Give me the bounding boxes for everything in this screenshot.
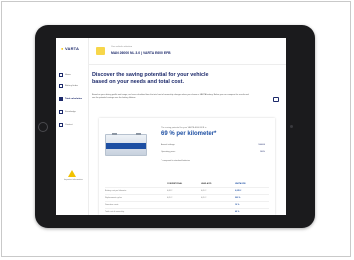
footnote-text: * compared to standard batteries [161,160,191,162]
table-cell: 0,025 € [235,190,242,192]
varta-logo[interactable]: ● VARTA [61,46,79,51]
table-header-cell: LEAD-ACID [201,183,212,185]
table-row: Battery cost per kilometer 0,08 € 0,05 €… [105,188,269,195]
tools-icon [59,109,63,114]
stat-row: Operating years 100% [161,151,265,155]
sidebar-item-label: Total calculation [65,97,83,100]
table-row: Total cost of ownership 69 % [105,209,269,215]
sidebar-item-total-calculation[interactable]: Total calculation [59,94,86,103]
table-cell: 0,05 € [167,197,173,199]
table-cell: Total cost of ownership [105,211,125,213]
table-cell: 10 % [235,204,240,206]
home-icon [59,72,63,77]
sidebar-item-battery-finder[interactable]: Battery finder [59,81,86,90]
table-header-row: CONVENTIONAL LEAD-ACID VARTA EFB [105,181,269,188]
battery-badge-icon [96,47,105,55]
logo-text: VARTA [64,46,80,51]
table-header-cell: CONVENTIONAL [167,183,183,185]
sidebar-item-label: Contact [65,123,73,126]
sidebar-item-label: Battery finder [65,84,79,87]
warning-icon [68,170,76,177]
intro-text: Based on your driving profile and usage,… [92,94,249,99]
stat-label: Operating years [161,151,176,153]
saving-potential-label: The saving potential for your VARTA E600… [161,127,207,129]
vehicle-title: MAN 26000 NL 3.0 | VARTA E600 EFB [111,51,171,55]
warning-label: Important information [64,179,83,181]
stat-value: 100000 [258,144,265,146]
print-icon[interactable] [273,97,279,102]
battery-product-image [105,133,147,156]
table-cell: 0,08 € [167,190,173,192]
main-content: Your vehicle selection MAN 26000 NL 3.0 … [89,38,286,215]
home-button-icon [38,122,48,132]
table-cell: Downtime costs [105,204,119,206]
sidebar-item-label: Knowledge [65,110,76,113]
battery-terminal-icon [112,133,117,135]
sidebar-warning[interactable]: Important information [64,170,83,181]
vehicle-subtitle: Your vehicle selection [111,46,133,48]
table-cell: Replacement cycles [105,197,122,199]
table-cell: 69 % [235,211,240,213]
page-headline: Discover the saving potential for your v… [92,72,209,85]
result-card: The saving potential for your VARTA E600… [99,118,275,215]
sidebar-item-label: Home [65,73,71,76]
sidebar-item-knowledge[interactable]: Knowledge [59,107,86,116]
contact-icon [59,122,63,127]
sidebar: ● VARTA Home Battery finder Total calcul… [56,38,89,215]
footnote-row: * compared to standard batteries [161,160,265,164]
stat-value: 100% [259,151,265,153]
table-cell: 0,05 € [201,197,207,199]
app-screen: ● VARTA Home Battery finder Total calcul… [56,38,286,215]
stat-label: Annual mileage [161,144,175,146]
table-cell: 0,05 € [201,190,207,192]
table-cell: 200 % [235,197,241,199]
calculator-icon [59,96,63,101]
logo-mark-icon: ● [61,46,64,51]
sidebar-item-home[interactable]: Home [59,70,86,79]
battery-icon [59,83,63,88]
table-row: Downtime costs 10 % [105,202,269,209]
table-cell: Battery cost per kilometer [105,190,127,192]
vehicle-header: Your vehicle selection MAN 26000 NL 3.0 … [89,38,286,65]
camera-icon [290,125,293,128]
table-row: Replacement cycles 0,05 € 0,05 € 200 % [105,195,269,202]
sidebar-item-contact[interactable]: Contact [59,120,86,129]
table-header-cell: VARTA EFB [235,183,246,185]
saving-potential-value: 69 % per kilometer* [161,131,217,137]
comparison-table: CONVENTIONAL LEAD-ACID VARTA EFB Battery… [105,181,269,215]
battery-terminal-icon [136,133,141,135]
stat-row: Annual mileage 100000 [161,144,265,148]
battery-label-band [106,143,146,149]
